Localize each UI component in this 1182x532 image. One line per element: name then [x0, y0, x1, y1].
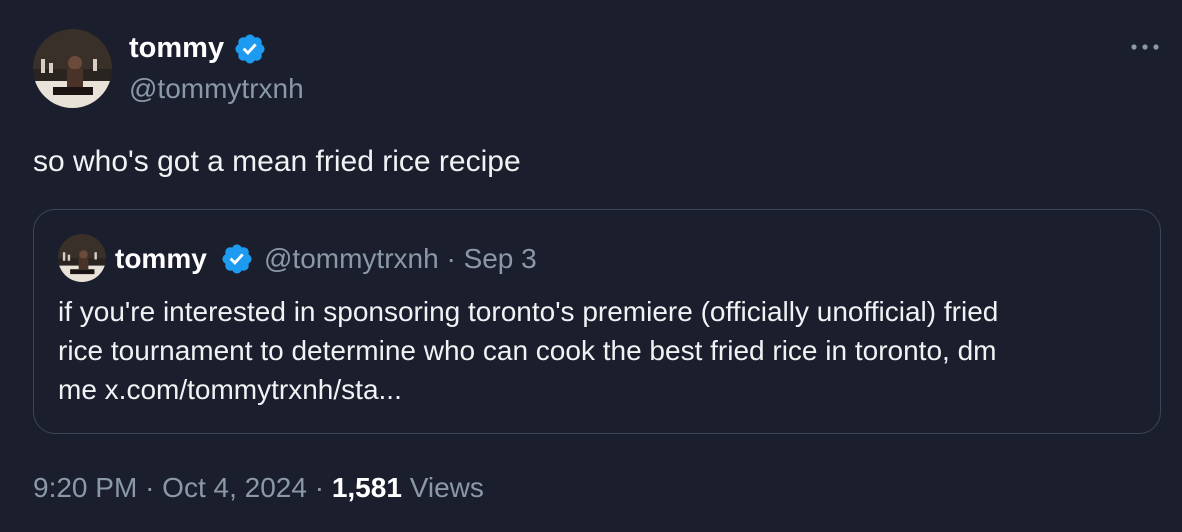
separator: · — [145, 472, 155, 503]
separator: · — [446, 243, 456, 274]
quoted-text-line: if you're interested in sponsoring toron… — [58, 296, 999, 327]
avatar-photo-icon — [33, 29, 112, 108]
quoted-text-line: rice tournament to determine who can coo… — [58, 335, 997, 366]
tweet-date[interactable]: Oct 4, 2024 — [162, 472, 307, 503]
author-avatar[interactable] — [33, 29, 112, 108]
avatar-photo-icon — [58, 234, 106, 282]
more-options-icon[interactable] — [1128, 33, 1162, 61]
author-display-name[interactable]: tommy — [129, 31, 224, 65]
quoted-author-handle[interactable]: @tommytrxnh — [264, 243, 439, 274]
tweet-text: so who's got a mean fried rice recipe — [33, 145, 521, 178]
verified-badge-icon — [222, 244, 252, 274]
views-count: 1,581 — [331, 472, 402, 503]
quoted-author-handle-and-date: @tommytrxnh · Sep 3 — [264, 242, 537, 276]
separator: · — [314, 472, 325, 503]
quoted-tweet-date[interactable]: Sep 3 — [464, 243, 537, 274]
quoted-author-avatar[interactable] — [58, 234, 106, 282]
author-handle[interactable]: @tommytrxnh — [129, 72, 304, 106]
quoted-tweet-card[interactable]: tommy @tommytrxnh · Sep 3 if you're inte… — [33, 209, 1161, 434]
quoted-tweet-text: if you're interested in sponsoring toron… — [58, 292, 1148, 409]
verified-badge-icon — [235, 34, 265, 64]
tweet-time[interactable]: 9:20 PM — [33, 472, 137, 503]
tweet-meta: 9:20 PM · Oct 4, 2024 · 1,581 Views — [33, 471, 484, 505]
tweet: tommy @tommytrxnh so who's got a mean fr… — [0, 0, 1182, 532]
quoted-text-line: me x.com/tommytrxnh/sta... — [58, 374, 402, 405]
views-label: Views — [409, 472, 484, 503]
quoted-author-display-name[interactable]: tommy — [115, 242, 207, 276]
